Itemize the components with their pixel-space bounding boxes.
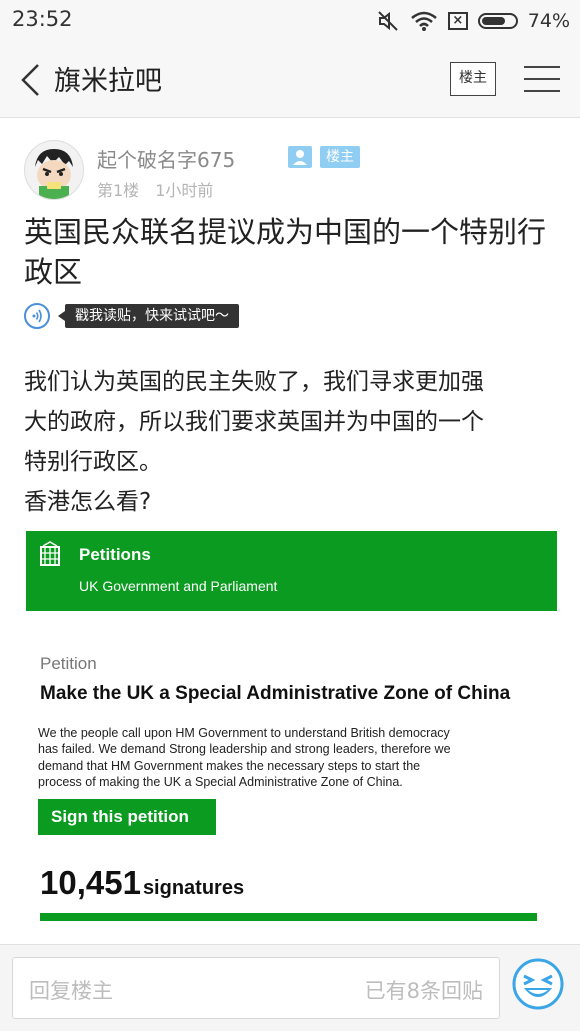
reply-bar: 回复楼主 已有8条回贴	[0, 944, 580, 1031]
status-bar: 23:52 × 74%	[0, 0, 580, 42]
owner-badge: 楼主	[320, 146, 360, 168]
forum-title: 旗米拉吧	[54, 66, 162, 97]
floor-number: 第1楼	[97, 181, 140, 200]
sign-petition-button: Sign this petition	[38, 799, 216, 835]
petition-bottom-bar	[40, 913, 537, 921]
listen-icon[interactable]	[24, 303, 50, 329]
petition-label: Petition	[40, 654, 97, 673]
battery-icon	[477, 13, 518, 29]
nav-bar: 旗米拉吧 楼主	[0, 42, 580, 118]
battery-percent: 74%	[527, 10, 570, 32]
body-line: 我们认为英国的民主失败了，我们寻求更加强	[24, 369, 484, 395]
post-meta: 第1楼 1小时前	[97, 177, 213, 201]
petition-image[interactable]: Petitions UK Government and Parliament P…	[26, 531, 557, 923]
signature-number: 10,451	[40, 864, 141, 901]
signature-count: 10,451 signatures	[40, 864, 244, 902]
avatar[interactable]	[24, 140, 84, 200]
petition-heading: Make the UK a Special Administrative Zon…	[40, 683, 511, 704]
mute-icon	[378, 11, 398, 31]
user-badge-icon	[288, 146, 312, 168]
smiley-icon[interactable]	[510, 956, 566, 1012]
reply-placeholder: 回复楼主	[29, 979, 113, 1003]
reply-count[interactable]: 已有8条回贴	[365, 975, 483, 1005]
petitions-subtitle: UK Government and Parliament	[79, 578, 278, 594]
petition-header: Petitions UK Government and Parliament	[26, 531, 557, 611]
menu-icon[interactable]	[524, 66, 560, 92]
desc-line: demand that HM Government makes the nece…	[38, 758, 421, 773]
body-line: 特别行政区。	[24, 449, 162, 475]
body-line: 香港怎么看?	[24, 489, 152, 515]
username[interactable]: 起个破名字675	[97, 144, 235, 173]
no-sim-icon: ×	[447, 12, 468, 30]
post-title: 英国民众联名提议成为中国的一个特别行政区	[24, 215, 547, 289]
listen-tooltip[interactable]: 戳我读贴，快来试试吧～	[58, 304, 239, 328]
back-icon[interactable]	[18, 62, 44, 98]
desc-line: has failed. We demand Strong leadership …	[38, 742, 451, 757]
post-time: 1小时前	[155, 181, 214, 200]
petition-description: We the people call upon HM Government to…	[38, 725, 538, 790]
wifi-icon	[410, 11, 437, 31]
desc-line: process of making the UK a Special Admin…	[38, 774, 403, 789]
portcullis-icon	[40, 541, 60, 566]
petitions-title: Petitions	[79, 545, 151, 564]
owner-only-button[interactable]: 楼主	[450, 62, 496, 96]
body-line: 大的政府，所以我们要求英国并为中国的一个	[24, 409, 484, 435]
reply-input[interactable]: 回复楼主 已有8条回贴	[12, 957, 500, 1019]
signature-unit: signatures	[142, 877, 245, 899]
status-time: 23:52	[12, 7, 73, 31]
desc-line: We the people call upon HM Government to…	[38, 726, 450, 740]
post-body: 我们认为英国的民主失败了，我们寻求更加强 大的政府，所以我们要求英国并为中国的一…	[24, 362, 559, 522]
